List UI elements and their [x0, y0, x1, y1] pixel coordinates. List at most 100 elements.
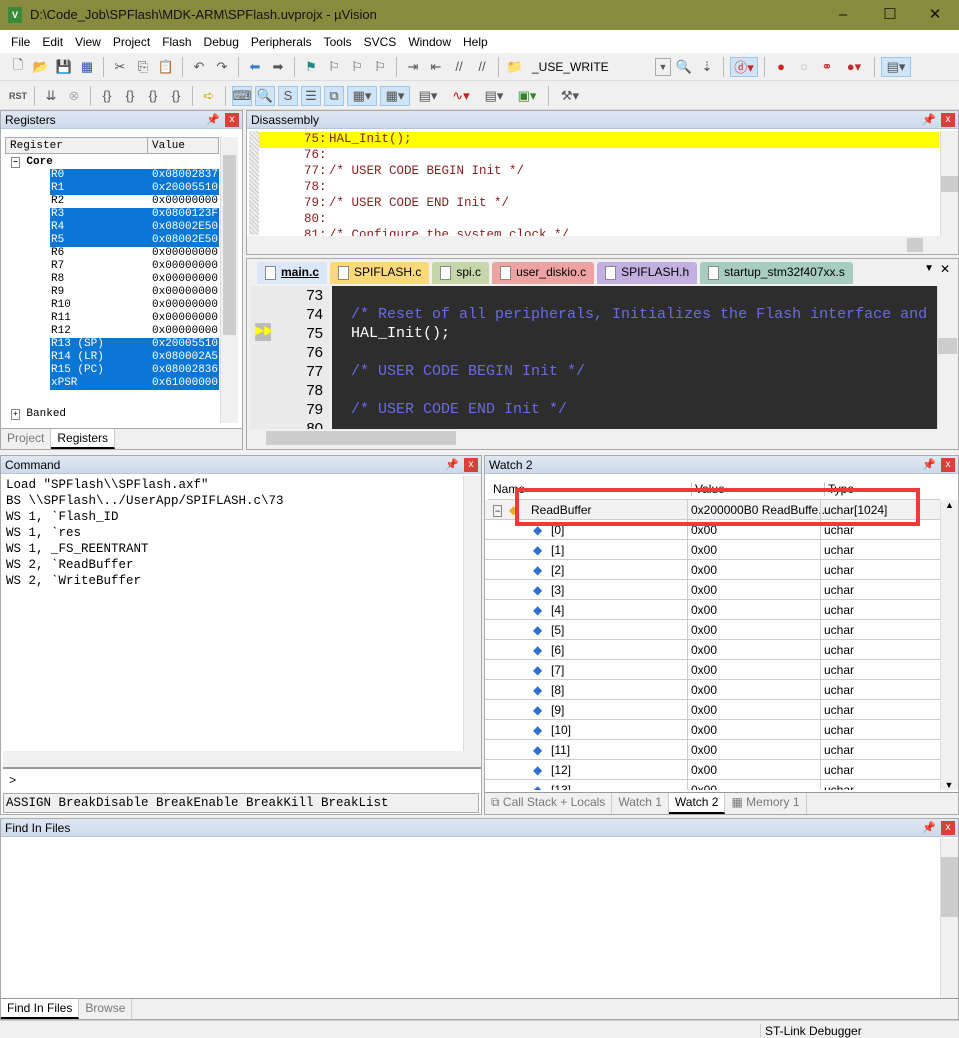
undo-icon[interactable]: ↶ — [189, 57, 209, 77]
pin-icon[interactable]: 📌 — [922, 458, 936, 471]
show-next-statement-icon[interactable]: ➪ — [199, 86, 219, 106]
comment-icon[interactable]: // — [449, 57, 469, 77]
register-row[interactable]: R12 0x00000000 — [1, 325, 219, 338]
breakpoint-disable-all-icon[interactable]: ⚭ — [817, 57, 837, 77]
prev-bookmark-icon[interactable]: ⚐ — [324, 57, 344, 77]
watch-value[interactable]: 0x00 — [691, 703, 717, 717]
find-in-files-icon[interactable]: 📁 — [505, 57, 525, 77]
disassembly-line[interactable]: 79:/* USER CODE END Init */ — [259, 196, 939, 212]
command-hscroll[interactable] — [3, 751, 481, 769]
paste-icon[interactable]: 📋 — [156, 57, 176, 77]
register-row[interactable]: R4 0x08002E50 — [1, 221, 219, 234]
stop-icon[interactable]: ⊗ — [64, 86, 84, 106]
register-row[interactable]: R8 0x00000000 — [1, 273, 219, 286]
reset-icon[interactable]: RST — [8, 86, 28, 106]
register-row[interactable]: R9 0x00000000 — [1, 286, 219, 299]
menu-flash[interactable]: Flash — [156, 35, 197, 49]
register-row[interactable]: R6 0x00000000 — [1, 247, 219, 260]
indent-icon[interactable]: ⇥ — [403, 57, 423, 77]
watch-row[interactable]: ◆ [2] 0x00 uchar — [485, 560, 940, 580]
nav-forward-icon[interactable]: ➡ — [268, 57, 288, 77]
serial-window-icon[interactable]: ▤▾ — [413, 86, 443, 106]
watch-value[interactable]: 0x00 — [691, 683, 717, 697]
register-value[interactable]: 0x08002E50 — [152, 221, 218, 233]
watch-row[interactable]: ◆ [1] 0x00 uchar — [485, 540, 940, 560]
memory-window-icon[interactable]: ▦▾ — [380, 85, 410, 106]
register-value[interactable]: 0x0800123F — [152, 208, 218, 220]
register-value[interactable]: 0x08002836 — [152, 364, 218, 376]
menu-project[interactable]: Project — [107, 35, 156, 49]
editor-tab[interactable]: main.c — [257, 262, 328, 284]
maximize-button[interactable]: ☐ — [875, 4, 905, 26]
system-viewer-icon[interactable]: ▣▾ — [512, 86, 542, 106]
code-line[interactable]: /* USER CODE BEGIN Init */ — [351, 363, 937, 382]
find-vscroll[interactable] — [940, 839, 958, 999]
tab-browse[interactable]: Browse — [79, 999, 133, 1019]
watch-vscroll[interactable]: ▲ ▼ — [940, 500, 958, 790]
editor-tab[interactable]: SPIFLASH.c — [330, 262, 430, 284]
collapse-icon[interactable]: − — [11, 157, 20, 168]
minimize-button[interactable]: – — [828, 4, 858, 26]
register-value[interactable]: 0x00000000 — [152, 260, 218, 272]
close-window-button[interactable]: ✕ — [920, 4, 950, 26]
incremental-find-icon[interactable]: ⇣ — [697, 57, 717, 77]
editor-tab[interactable]: user_diskio.c — [492, 262, 595, 284]
command-vscroll[interactable] — [463, 476, 481, 751]
breakpoint-kill-all-icon[interactable]: ●▾ — [840, 57, 868, 77]
save-all-icon[interactable]: ▦ — [77, 57, 97, 77]
code-line[interactable]: HAL_Init(); — [351, 325, 937, 344]
register-value[interactable]: 0x00000000 — [152, 273, 218, 285]
menu-svcs[interactable]: SVCS — [358, 35, 403, 49]
close-tab-icon[interactable]: ✕ — [940, 262, 950, 276]
watch-row[interactable]: ◆ [5] 0x00 uchar — [485, 620, 940, 640]
register-row[interactable]: R7 0x00000000 — [1, 260, 219, 273]
menu-peripherals[interactable]: Peripherals — [245, 35, 318, 49]
register-value[interactable]: 0x00000000 — [152, 312, 218, 324]
target-selector[interactable]: _USE_WRITE — [532, 60, 652, 74]
watch-row[interactable]: ◆ [9] 0x00 uchar — [485, 700, 940, 720]
register-row[interactable]: R15 (PC) 0x08002836 — [1, 364, 219, 377]
register-row[interactable]: xPSR 0x61000000 — [1, 377, 219, 390]
close-panel-button[interactable]: x — [464, 458, 478, 472]
code-line[interactable]: /* USER CODE END Init */ — [351, 401, 937, 420]
register-value[interactable]: 0x20005510 — [152, 182, 218, 194]
bookmark-icon[interactable]: ⚑ — [301, 57, 321, 77]
register-row[interactable]: R0 0x08002837 — [1, 169, 219, 182]
menu-debug[interactable]: Debug — [198, 35, 245, 49]
disassembly-line[interactable]: 77:/* USER CODE BEGIN Init */ — [259, 164, 939, 180]
register-row[interactable]: R10 0x00000000 — [1, 299, 219, 312]
clear-bookmarks-icon[interactable]: ⚐ — [370, 57, 390, 77]
watch-row[interactable]: ◆ [11] 0x00 uchar — [485, 740, 940, 760]
symbols-window-icon[interactable]: S — [278, 85, 298, 106]
register-value[interactable]: 0x20005510 — [152, 338, 218, 350]
editor-tab[interactable]: SPIFLASH.h — [597, 262, 698, 284]
disassembly-hscroll[interactable] — [247, 236, 958, 254]
tab-memory-1[interactable]: ▦ Memory 1 — [725, 793, 807, 814]
close-panel-button[interactable]: x — [225, 113, 239, 127]
disassembly-line[interactable]: 75: HAL_Init(); — [259, 132, 939, 148]
tab-find-in-files[interactable]: Find In Files — [1, 999, 80, 1019]
col-value[interactable]: Value — [148, 138, 189, 153]
watch-value[interactable]: 0x00 — [691, 643, 717, 657]
watch-value[interactable]: 0x00 — [691, 723, 717, 737]
menu-file[interactable]: File — [5, 35, 36, 49]
watch-value[interactable]: 0x00 — [691, 583, 717, 597]
register-row[interactable]: R13 (SP) 0x20005510 — [1, 338, 219, 351]
close-panel-button[interactable]: x — [941, 113, 955, 127]
watch-window-icon[interactable]: ▦▾ — [347, 85, 377, 106]
watch-value[interactable]: 0x00 — [691, 763, 717, 777]
open-icon[interactable]: 📂 — [31, 57, 51, 77]
expand-icon[interactable]: + — [11, 409, 20, 420]
register-value[interactable]: 0x080002A5 — [152, 351, 218, 363]
register-value[interactable]: 0x00000000 — [152, 286, 218, 298]
nav-back-icon[interactable]: ⬅ — [245, 57, 265, 77]
debug-session-icon[interactable]: ⓓ▾ — [730, 56, 758, 77]
disassembly-line[interactable]: 80: — [259, 212, 939, 228]
close-panel-button[interactable]: x — [941, 821, 955, 835]
menu-help[interactable]: Help — [457, 35, 494, 49]
watch-row[interactable]: ◆ [8] 0x00 uchar — [485, 680, 940, 700]
menu-edit[interactable]: Edit — [36, 35, 69, 49]
register-value[interactable]: 0x00000000 — [152, 195, 218, 207]
pin-icon[interactable]: 📌 — [922, 821, 936, 834]
register-value[interactable]: 0x08002E50 — [152, 234, 218, 246]
